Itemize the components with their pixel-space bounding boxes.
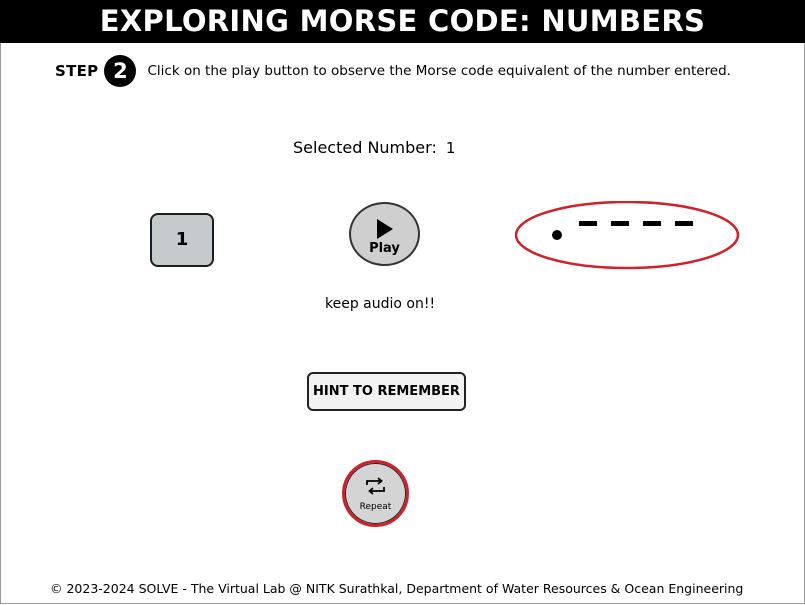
selected-number-label: Selected Number: (293, 138, 437, 157)
morse-highlight-oval (515, 201, 740, 270)
step-number-badge: 2 (104, 55, 137, 87)
morse-dash (611, 221, 629, 226)
footer-copyright: © 2023-2024 SOLVE - The Virtual Lab @ NI… (50, 581, 744, 596)
play-icon (377, 219, 393, 239)
step-label: STEP (55, 62, 99, 80)
morse-dot (552, 230, 562, 240)
hint-to-remember-button[interactable]: HINT TO REMEMBER (307, 372, 466, 411)
morse-dash (643, 221, 661, 226)
step-instruction-row: STEP 2 Click on the play button to obser… (55, 55, 731, 87)
page-title: EXPLORING MORSE CODE: NUMBERS (0, 0, 805, 43)
play-button[interactable]: Play (349, 202, 420, 266)
selected-number-value: 1 (445, 139, 456, 157)
audio-note: keep audio on!! (325, 296, 436, 312)
step-instruction-text: Click on the play button to observe the … (147, 63, 731, 79)
morse-dash (579, 221, 597, 226)
selected-number-row: Selected Number: 1 (293, 138, 455, 157)
morse-code-display (515, 201, 740, 270)
number-tile[interactable]: 1 (150, 213, 214, 267)
repeat-button-label: Repeat (359, 502, 392, 512)
play-button-label: Play (369, 241, 400, 256)
repeat-icon (366, 477, 385, 495)
morse-symbols (552, 221, 693, 240)
morse-dash (675, 221, 693, 226)
repeat-button[interactable]: Repeat (342, 460, 409, 527)
